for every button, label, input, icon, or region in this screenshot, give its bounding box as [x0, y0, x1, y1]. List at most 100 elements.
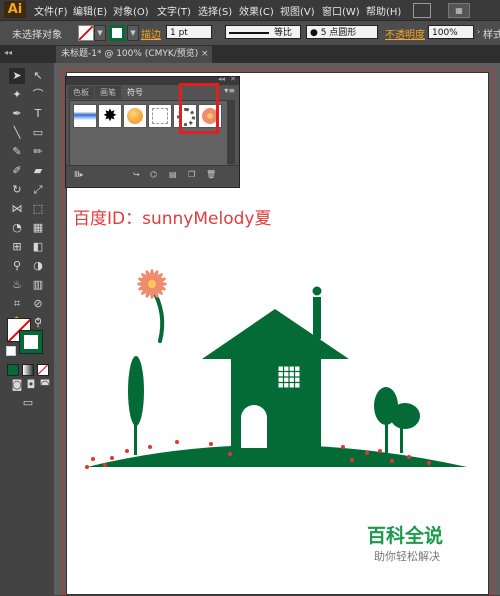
direct-selection-tool-icon[interactable]: ↖ [30, 68, 46, 84]
panel-scrollbar[interactable] [227, 100, 235, 164]
app-logo: Ai [4, 1, 26, 18]
pen-tool-icon[interactable]: ✒ [9, 106, 25, 122]
stroke-color-box[interactable] [19, 330, 43, 354]
opacity-label[interactable]: 不透明度 [385, 26, 425, 41]
opacity-value: 100% [432, 28, 458, 38]
close-tab-icon[interactable]: × [201, 46, 211, 63]
slice-tool-icon[interactable]: ⊘ [30, 296, 46, 312]
selection-tool-icon[interactable]: ➤ [9, 68, 25, 84]
watermark-text: 百度ID：sunnyMelody夏 [73, 209, 272, 229]
profile-value: 等比 [274, 28, 293, 38]
menu-file[interactable]: 文件(F) [34, 3, 68, 18]
house-roof[interactable] [202, 309, 349, 359]
menu-select[interactable]: 选择(S) [198, 3, 232, 18]
stroke-weight-value: 1 pt [170, 28, 188, 38]
panel-footer: Ⅲ▸ ↪ ⌬ ▤ ❐ 🗑 [66, 165, 239, 186]
menu-help[interactable]: 帮助(H) [366, 3, 401, 18]
eraser-icon[interactable]: ▰ [30, 163, 46, 179]
panel-collapse-icon[interactable]: ◂◂ [218, 75, 225, 83]
stroke-label[interactable]: 描边 [141, 26, 161, 41]
pencil-icon[interactable]: ✏ [30, 144, 46, 160]
line-tool-icon[interactable]: ╲ [9, 125, 25, 141]
magic-wand-icon[interactable]: ✦ [9, 87, 25, 103]
red-dot [110, 456, 114, 460]
red-dot [407, 455, 411, 459]
draw-inside-icon[interactable]: ◚ [37, 377, 53, 393]
opacity-field[interactable]: 100% [428, 25, 474, 39]
blob-brush-icon[interactable]: ✐ [9, 163, 25, 179]
mesh-tool-icon[interactable]: ⊞ [9, 239, 25, 255]
eyedropper-icon[interactable]: ⚲ [9, 258, 25, 274]
paintbrush-icon[interactable]: ✎ [9, 144, 25, 160]
red-dot [427, 461, 431, 465]
variable-width-profile[interactable]: 等比 [225, 25, 301, 39]
delete-symbol-icon[interactable]: 🗑 [206, 170, 216, 179]
lasso-icon[interactable]: ⌒ [30, 87, 46, 103]
document-tab[interactable]: 未标题-1* @ 100% (CMYK/预览) [56, 46, 212, 63]
artboard-tool-icon[interactable]: ⌗ [9, 296, 25, 312]
red-dot [390, 459, 394, 463]
default-colors-icon[interactable] [6, 346, 16, 356]
opacity-chevron-icon[interactable]: › [477, 27, 480, 36]
swap-fill-stroke-icon[interactable]: ↰ [35, 317, 43, 327]
style-label: 样式 [483, 30, 500, 41]
red-dot [365, 451, 369, 455]
red-dot [378, 449, 382, 453]
house-door[interactable] [241, 405, 267, 448]
new-symbol-icon[interactable]: ❐ [188, 170, 195, 179]
red-dot [91, 457, 95, 461]
symbol-orange-button[interactable] [123, 104, 147, 128]
symbol-sprayer-icon[interactable]: ♨ [9, 277, 25, 293]
menu-window[interactable]: 窗口(W) [322, 3, 360, 18]
stroke-weight-field[interactable]: 1 pt [166, 25, 212, 39]
symbol-options-icon[interactable]: ▤ [169, 170, 177, 179]
free-transform-icon[interactable]: ⬚ [30, 201, 46, 217]
menu-edit[interactable]: 编辑(E) [73, 3, 107, 18]
stroke-dropdown[interactable]: ▼ [127, 25, 139, 41]
rotate-tool-icon[interactable]: ↻ [9, 182, 25, 198]
symbol-frame[interactable] [148, 104, 172, 128]
none-mode-icon[interactable] [37, 364, 49, 376]
gradient-tool-icon[interactable]: ◧ [30, 239, 46, 255]
width-tool-icon[interactable]: ⋈ [9, 201, 25, 217]
panel-close-icon[interactable]: ✕ [230, 75, 236, 83]
menu-view[interactable]: 视图(V) [280, 3, 315, 18]
perspective-grid-icon[interactable]: ▦ [30, 220, 46, 236]
rectangle-tool-icon[interactable]: ▭ [30, 125, 46, 141]
tab-brushes[interactable]: 画笔 [95, 86, 121, 99]
graph-tool-icon[interactable]: ▥ [30, 277, 46, 293]
tree-crown-small[interactable] [390, 403, 420, 429]
shape-builder-icon[interactable]: ◔ [9, 220, 25, 236]
gradient-mode-icon[interactable] [22, 364, 34, 376]
place-symbol-icon[interactable]: ↪ [133, 170, 140, 179]
daisy-flower[interactable] [137, 269, 167, 299]
tree-crown[interactable] [128, 356, 144, 426]
red-dot [350, 458, 354, 462]
bridge-icon[interactable] [413, 3, 431, 18]
red-dot [209, 442, 213, 446]
brush-definition[interactable]: ● 5 点圆形 [306, 25, 378, 39]
screen-mode-icon[interactable]: ▭ [20, 395, 36, 411]
arrange-documents-icon[interactable]: ▦ [448, 3, 470, 18]
fill-swatch[interactable] [78, 25, 94, 41]
collapse-toolbox-icon[interactable]: ◂◂ [4, 48, 12, 57]
break-link-icon[interactable]: ⌬ [150, 170, 157, 179]
symbol-library-icon[interactable]: Ⅲ▸ [74, 170, 84, 179]
fill-dropdown[interactable]: ▼ [94, 25, 106, 41]
tab-swatches[interactable]: 色板 [68, 86, 94, 99]
selection-status: 未选择对象 [12, 30, 62, 41]
symbol-ink-splat[interactable]: ✸ [98, 104, 122, 128]
tab-symbols[interactable]: 符号 [122, 86, 148, 99]
symbol-blue-brush-stroke[interactable] [73, 104, 97, 128]
menu-type[interactable]: 文字(T) [157, 3, 191, 18]
menu-effect[interactable]: 效果(C) [239, 3, 274, 18]
stroke-swatch[interactable] [109, 25, 125, 41]
panel-menu-icon[interactable]: ▾≡ [224, 86, 235, 95]
red-dot [125, 449, 129, 453]
color-mode-icon[interactable] [7, 364, 19, 376]
house-window[interactable] [277, 365, 301, 389]
scale-tool-icon[interactable]: ⤢ [30, 182, 46, 198]
blend-tool-icon[interactable]: ◑ [30, 258, 46, 274]
type-tool-icon[interactable]: T [30, 106, 46, 122]
menu-object[interactable]: 对象(O) [113, 3, 149, 18]
